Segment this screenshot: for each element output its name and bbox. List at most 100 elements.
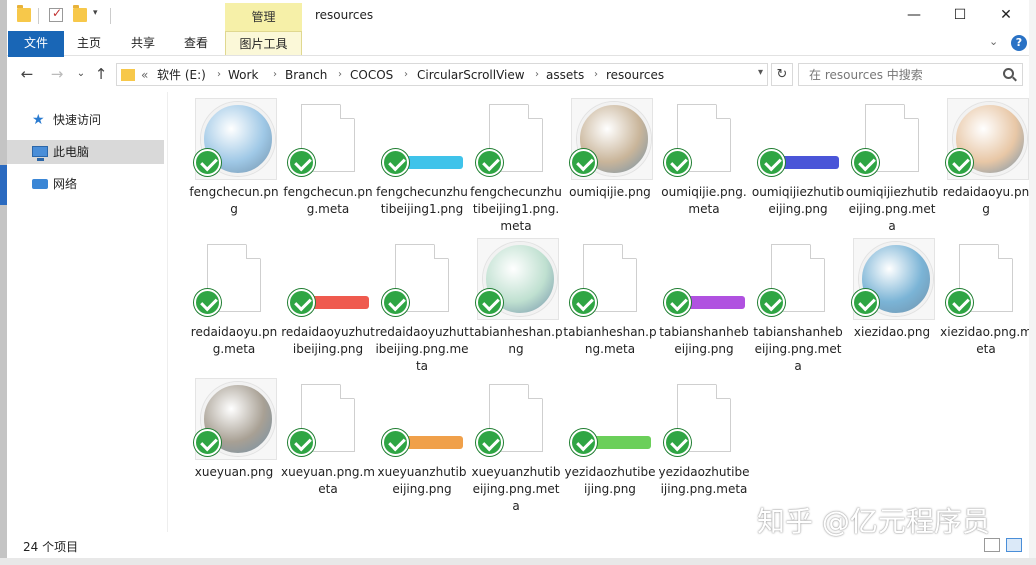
sync-status-icon [288, 429, 315, 456]
file-item[interactable]: oumiqijiezhutibeijing.png.meta [845, 92, 939, 233]
address-bar[interactable]: « 软件 (E:) › Work › Branch › COCOS › Circ… [116, 63, 768, 86]
sidebar-item-network[interactable]: 网络 [7, 172, 164, 196]
file-name: redaidaoyu.png.meta [190, 325, 278, 356]
file-item[interactable]: xueyuan.png.meta [281, 372, 375, 507]
file-item[interactable]: yezidaozhutibeijing.png [563, 372, 657, 507]
sync-status-icon [288, 289, 315, 316]
breadcrumb-separator[interactable]: › [338, 67, 342, 83]
file-name: tabianheshan.png.meta [563, 325, 657, 356]
breadcrumb-drive[interactable]: 软件 (E:) [157, 67, 206, 83]
file-item[interactable]: fengchecunzhutibeijing1.png [375, 92, 469, 227]
recent-locations-button[interactable]: ⌄ [71, 64, 91, 84]
breadcrumb-work[interactable]: Work [228, 67, 258, 83]
sync-status-icon [476, 149, 503, 176]
large-icons-view-button[interactable] [1006, 538, 1022, 552]
breadcrumb-branch[interactable]: Branch [285, 67, 327, 83]
sync-status-icon [570, 289, 597, 316]
file-name: oumiqijiezhutibeijing.png.meta [845, 185, 939, 233]
file-name: redaidaoyuzhutibeijing.png [281, 325, 375, 356]
file-name: xueyuan.png [194, 465, 274, 479]
file-name: redaidaoyu.png [942, 185, 1030, 216]
file-name: xueyuanzhutibeijing.png.meta [471, 465, 561, 513]
search-box[interactable]: 在 resources 中搜索 [798, 63, 1023, 86]
sync-status-icon [476, 289, 503, 316]
file-item[interactable]: xiezidao.png.meta [939, 232, 1033, 367]
sync-status-icon [288, 149, 315, 176]
search-icon[interactable] [1003, 68, 1014, 79]
file-name: tabianheshan.png [469, 325, 563, 356]
breadcrumb-separator[interactable]: › [273, 67, 277, 83]
breadcrumb-separator[interactable]: › [535, 67, 539, 83]
file-item[interactable]: redaidaoyu.png [939, 92, 1033, 227]
sync-status-icon [664, 149, 691, 176]
back-button[interactable]: ← [17, 64, 37, 84]
window-title: resources [315, 8, 374, 22]
ribbon-tabs: 文件 主页 共享 查看 图片工具 ⌄ ? [7, 31, 1036, 166]
sync-status-icon [758, 289, 785, 316]
star-icon: ★ [32, 112, 45, 128]
file-name: xiezidao.png.meta [940, 325, 1032, 356]
sync-status-icon [664, 429, 691, 456]
file-item[interactable]: fengchecunzhutibeijing1.png.meta [469, 92, 563, 233]
file-item[interactable]: tabianshanhebeijing.png [657, 232, 751, 367]
tab-view[interactable]: 查看 [171, 31, 221, 55]
maximize-button[interactable]: ☐ [937, 0, 983, 31]
file-item[interactable]: redaidaoyuzhutibeijing.png.meta [375, 232, 469, 373]
details-view-button[interactable] [984, 538, 1000, 552]
file-item[interactable]: tabianheshan.png [469, 232, 563, 367]
properties-icon[interactable] [49, 6, 63, 22]
file-item[interactable]: yezidaozhutibeijing.png.meta [657, 372, 751, 507]
file-name: tabianshanhebeijing.png.meta [753, 325, 843, 373]
file-item[interactable]: xueyuan.png [187, 372, 281, 507]
breadcrumb-separator[interactable]: › [594, 67, 598, 83]
forward-button[interactable]: → [47, 64, 67, 84]
file-item[interactable]: xueyuanzhutibeijing.png.meta [469, 372, 563, 513]
minimize-button[interactable]: — [891, 0, 937, 31]
file-item[interactable]: oumiqijiezhutibeijing.png [751, 92, 845, 227]
tab-home[interactable]: 主页 [64, 31, 114, 55]
new-folder-icon[interactable] [73, 5, 87, 22]
breadcrumb-overflow[interactable]: « [141, 67, 148, 83]
sync-status-icon [570, 429, 597, 456]
file-item[interactable]: oumiqijie.png.meta [657, 92, 751, 227]
file-name: oumiqijie.png [569, 185, 651, 199]
file-item[interactable]: xueyuanzhutibeijing.png [375, 372, 469, 507]
breadcrumb-circularscrollview[interactable]: CircularScrollView [417, 67, 525, 83]
tab-manage[interactable]: 管理 [225, 3, 302, 31]
breadcrumb-resources[interactable]: resources [606, 67, 664, 83]
divider [38, 8, 39, 24]
breadcrumb-separator[interactable]: › [217, 67, 221, 83]
sync-status-icon [194, 429, 221, 456]
tab-picture-tools[interactable]: 图片工具 [225, 31, 302, 55]
file-item[interactable]: xiezidao.png [845, 232, 939, 367]
tab-share[interactable]: 共享 [118, 31, 168, 55]
refresh-button[interactable]: ↻ [771, 63, 793, 86]
file-item[interactable]: oumiqijie.png [563, 92, 657, 227]
sidebar-item-quick-access[interactable]: ★ 快速访问 [7, 108, 164, 132]
sidebar-item-this-pc[interactable]: 此电脑 [7, 140, 164, 164]
background-window-edge [0, 558, 1036, 565]
file-item[interactable]: redaidaoyu.png.meta [187, 232, 281, 367]
help-icon[interactable]: ? [1011, 35, 1027, 51]
close-button[interactable]: ✕ [983, 0, 1029, 31]
file-item[interactable]: redaidaoyuzhutibeijing.png [281, 232, 375, 367]
file-item[interactable]: tabianshanhebeijing.png.meta [751, 232, 845, 373]
file-item[interactable]: tabianheshan.png.meta [563, 232, 657, 367]
background-window-accent [0, 165, 7, 205]
sidebar-item-label: 此电脑 [53, 145, 90, 159]
pane-divider[interactable] [167, 92, 168, 532]
title-bar: ▾ 管理 resources — ☐ ✕ [7, 0, 1036, 31]
background-window-edge [0, 0, 7, 565]
breadcrumb-assets[interactable]: assets [546, 67, 584, 83]
breadcrumb-separator[interactable]: › [404, 67, 408, 83]
explorer-window: ▾ 管理 resources — ☐ ✕ 文件 主页 共享 查看 图片工具 ⌄ … [7, 0, 1036, 558]
file-name: yezidaozhutibeijing.png [564, 465, 656, 496]
customize-toolbar-icon[interactable]: ▾ [93, 8, 107, 22]
breadcrumb-cocos[interactable]: COCOS [350, 67, 393, 83]
expand-ribbon-button[interactable]: ⌄ [989, 35, 998, 48]
file-item[interactable]: fengchecun.png [187, 92, 281, 227]
up-button[interactable]: ↑ [91, 64, 111, 84]
address-dropdown-button[interactable]: ▾ [758, 67, 763, 78]
file-item[interactable]: fengchecun.png.meta [281, 92, 375, 227]
file-name: xueyuan.png.meta [281, 465, 375, 496]
